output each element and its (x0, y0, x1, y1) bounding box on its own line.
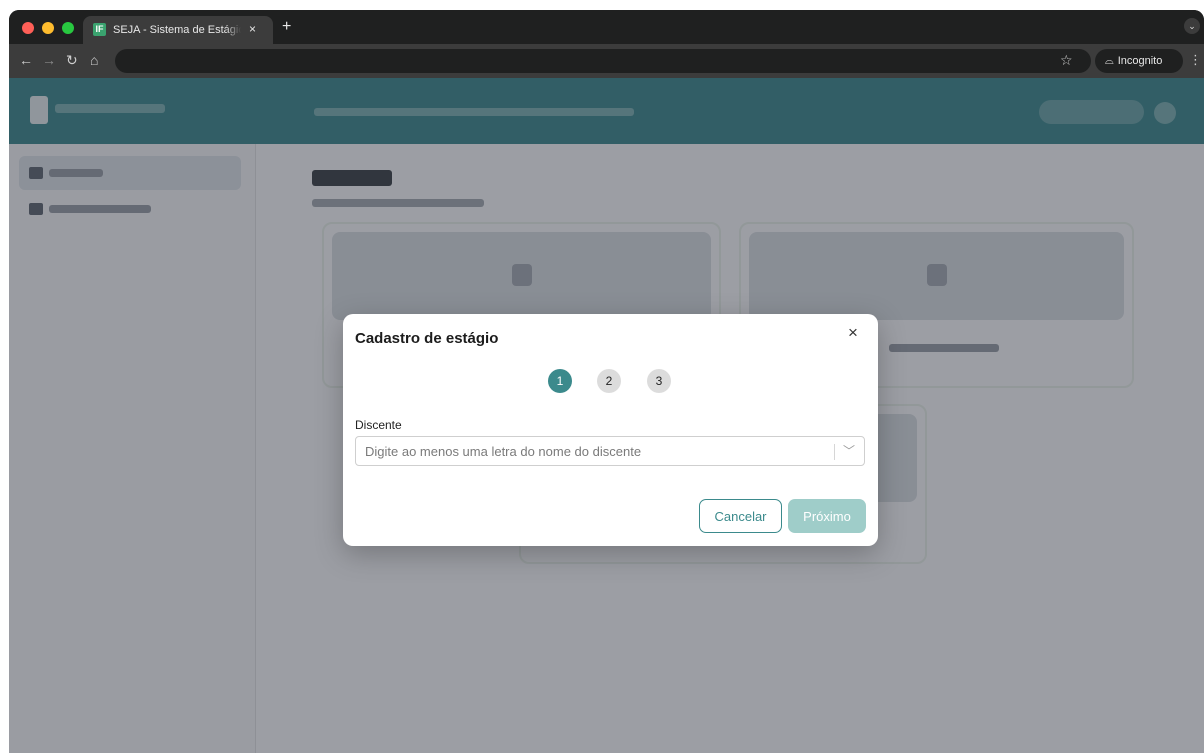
chevron-down-icon[interactable]: ﹀ (843, 442, 855, 459)
discente-placeholder: Digite ao menos uma letra do nome do dis… (365, 444, 642, 459)
incognito-indicator[interactable]: ⌓ Incognito (1095, 49, 1183, 73)
minimize-window-button[interactable] (42, 22, 54, 34)
tab-bar: IF SEJA - Sistema de Estágios e × + ⌄ (9, 10, 1204, 44)
tab-close-icon[interactable]: × (249, 22, 256, 36)
bookmark-star-icon[interactable]: ☆ (1060, 52, 1073, 69)
close-icon[interactable]: × (848, 324, 858, 342)
browser-toolbar: ← → ↻ ⌂ ☆ ⌓ Incognito ⋮ (9, 44, 1204, 78)
favicon-icon: IF (93, 23, 106, 36)
modal-title: Cadastro de estágio (355, 330, 499, 347)
incognito-icon: ⌓ (1105, 55, 1114, 67)
reload-icon[interactable]: ↻ (66, 52, 78, 69)
tab-title: SEJA - Sistema de Estágios e (113, 24, 241, 38)
cadastro-modal: Cadastro de estágio × 1 2 3 Discente Dig… (343, 314, 878, 546)
discente-select[interactable]: Digite ao menos uma letra do nome do dis… (355, 436, 865, 466)
browser-menu-icon[interactable]: ⋮ (1189, 52, 1202, 68)
step-indicator-3: 3 (647, 369, 671, 393)
browser-window: IF SEJA - Sistema de Estágios e × + ⌄ ← … (9, 10, 1204, 753)
forward-arrow-icon[interactable]: → (42, 52, 56, 68)
web-page: Cadastro de estágio × 1 2 3 Discente Dig… (9, 78, 1204, 753)
top-caption-strip (0, 0, 1204, 10)
step-indicator-1: 1 (548, 369, 572, 393)
step-indicator-2: 2 (597, 369, 621, 393)
browser-tab[interactable]: IF SEJA - Sistema de Estágios e × (83, 16, 273, 44)
select-separator (834, 444, 835, 460)
new-tab-button[interactable]: + (282, 18, 291, 36)
incognito-label: Incognito (1117, 55, 1163, 67)
address-bar[interactable] (115, 49, 1091, 73)
back-arrow-icon[interactable]: ← (19, 52, 33, 68)
cancel-button[interactable]: Cancelar (699, 499, 782, 533)
maximize-window-button[interactable] (62, 22, 74, 34)
next-button[interactable]: Próximo (788, 499, 866, 533)
tab-search-icon[interactable]: ⌄ (1184, 18, 1200, 34)
home-icon[interactable]: ⌂ (90, 52, 98, 68)
close-window-button[interactable] (22, 22, 34, 34)
discente-label: Discente (355, 418, 402, 432)
